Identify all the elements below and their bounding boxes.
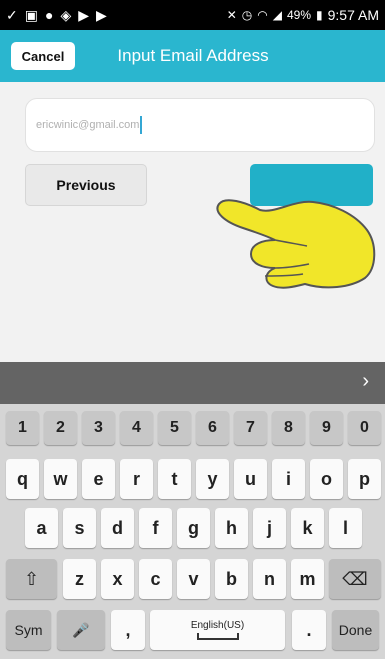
key-0[interactable]: 0 xyxy=(348,411,381,445)
expand-arrow-icon[interactable]: › xyxy=(362,370,369,393)
battery-icon: ▮ xyxy=(316,8,323,22)
page-title: Input Email Address xyxy=(117,46,269,65)
space-icon xyxy=(196,633,239,640)
key-a[interactable]: a xyxy=(25,508,58,548)
key-c[interactable]: c xyxy=(139,559,172,599)
chat-icon: ● xyxy=(44,6,54,23)
wifi-icon: ◠ xyxy=(257,8,268,22)
text-caret xyxy=(140,116,143,134)
key-j[interactable]: j xyxy=(253,508,286,548)
key-u[interactable]: u xyxy=(234,459,267,499)
mute-icon: ✕ xyxy=(226,8,237,22)
space-key[interactable]: English(US) xyxy=(150,610,285,650)
key-5[interactable]: 5 xyxy=(158,411,191,445)
key-i[interactable]: i xyxy=(272,459,305,499)
signal-icon: ◢ xyxy=(272,8,282,22)
key-l[interactable]: l xyxy=(329,508,362,548)
key-m[interactable]: m xyxy=(291,559,324,599)
key-v[interactable]: v xyxy=(177,559,210,599)
key-n[interactable]: n xyxy=(253,559,286,599)
period-key[interactable]: . xyxy=(292,610,326,650)
key-x[interactable]: x xyxy=(101,559,134,599)
space-key-label: English(US) xyxy=(190,620,245,631)
key-w[interactable]: w xyxy=(44,459,77,499)
key-3[interactable]: 3 xyxy=(82,411,115,445)
keyboard-toolbar: › xyxy=(0,362,385,404)
key-z[interactable]: z xyxy=(63,559,96,599)
content-area: ericwinic@gmail.com Previous xyxy=(0,82,385,362)
play-icon: ▶ xyxy=(78,6,89,23)
key-b[interactable]: b xyxy=(215,559,248,599)
play-icon: ▶ xyxy=(96,6,107,23)
shield-icon: ◈ xyxy=(60,6,72,23)
notification-icons: ✓ ▣ ● ◈ ▶ ▶ xyxy=(0,7,107,24)
done-key[interactable]: Done xyxy=(332,610,379,650)
header-bar: Cancel Input Email Address xyxy=(0,30,385,82)
battery-percent: 49% xyxy=(286,8,312,22)
status-bar: ✓ ▣ ● ◈ ▶ ▶ ✕ ◷ ◠ ◢ 49% ▮ 9:57 AM xyxy=(0,0,385,30)
shift-key[interactable]: ⇧ xyxy=(6,559,57,599)
key-6[interactable]: 6 xyxy=(196,411,229,445)
key-k[interactable]: k xyxy=(291,508,324,548)
status-time: 9:57 AM xyxy=(327,7,379,23)
email-value: ericwinic@gmail.com xyxy=(36,119,140,131)
pointing-hand-icon xyxy=(216,199,376,289)
key-f[interactable]: f xyxy=(139,508,172,548)
key-g[interactable]: g xyxy=(177,508,210,548)
key-y[interactable]: y xyxy=(196,459,229,499)
alarm-icon: ◷ xyxy=(241,8,253,22)
key-q[interactable]: q xyxy=(6,459,39,499)
status-right: ✕ ◷ ◠ ◢ 49% ▮ 9:57 AM xyxy=(227,7,385,23)
key-e[interactable]: e xyxy=(82,459,115,499)
key-h[interactable]: h xyxy=(215,508,248,548)
key-t[interactable]: t xyxy=(158,459,191,499)
key-1[interactable]: 1 xyxy=(6,411,39,445)
key-4[interactable]: 4 xyxy=(120,411,153,445)
previous-button[interactable]: Previous xyxy=(25,164,147,206)
backspace-key[interactable]: ⌫ xyxy=(329,559,381,599)
key-o[interactable]: o xyxy=(310,459,343,499)
gallery-icon: ▣ xyxy=(24,6,38,23)
key-8[interactable]: 8 xyxy=(272,411,305,445)
key-p[interactable]: p xyxy=(348,459,381,499)
keyboard: 1 2 3 4 5 6 7 8 9 0 q w e r t y u i o p … xyxy=(0,404,385,659)
cancel-button[interactable]: Cancel xyxy=(11,42,75,70)
key-s[interactable]: s xyxy=(63,508,96,548)
email-input[interactable]: ericwinic@gmail.com xyxy=(25,98,375,152)
key-d[interactable]: d xyxy=(101,508,134,548)
key-9[interactable]: 9 xyxy=(310,411,343,445)
key-7[interactable]: 7 xyxy=(234,411,267,445)
notification-icon: ✓ xyxy=(6,6,18,23)
mic-icon[interactable]: 🎤 xyxy=(57,610,105,650)
key-2[interactable]: 2 xyxy=(44,411,77,445)
key-r[interactable]: r xyxy=(120,459,153,499)
comma-key[interactable]: , xyxy=(111,610,145,650)
sym-key[interactable]: Sym xyxy=(6,610,51,650)
